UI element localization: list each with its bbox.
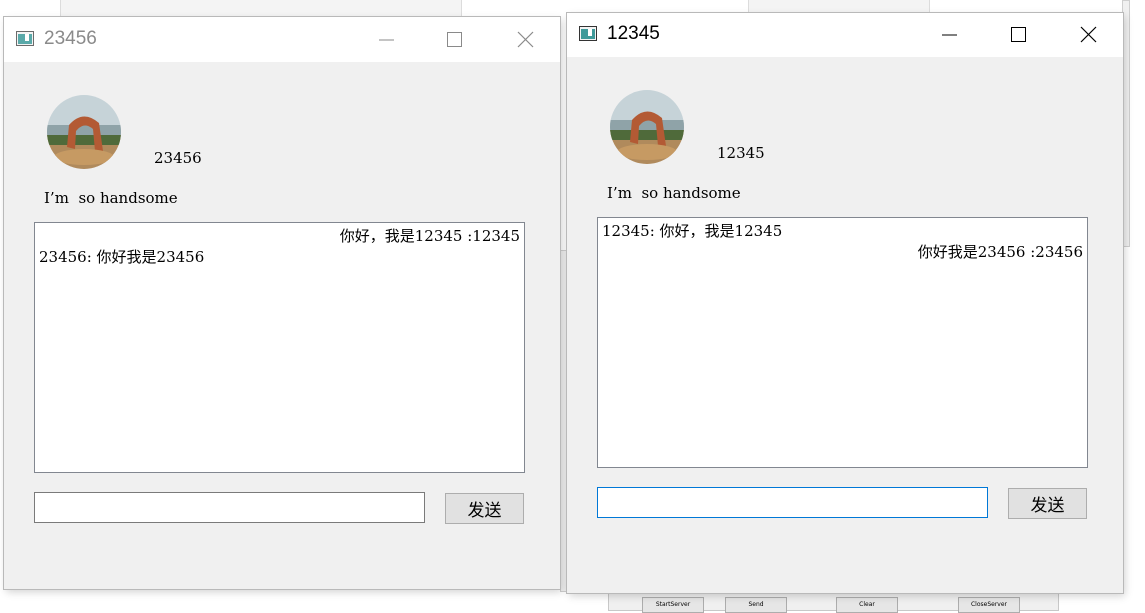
chat-window-12345: 12345 12345 I’m so handsome 12345: 你好，我是… [567, 13, 1123, 593]
chat-history[interactable]: 12345: 你好，我是12345 你好我是23456 :23456 [597, 217, 1088, 468]
signature-label: I’m so handsome [44, 189, 178, 207]
close-icon[interactable] [1065, 20, 1111, 50]
minimize-icon[interactable] [926, 20, 972, 50]
app-icon [579, 26, 597, 41]
signature-label: I’m so handsome [607, 184, 741, 202]
avatar [47, 95, 121, 169]
username-label: 12345 [717, 144, 765, 162]
chat-message: 你好，我是12345 :12345 [339, 227, 520, 245]
window-title: 23456 [44, 28, 97, 49]
chat-message: 12345: 你好，我是12345 [602, 222, 783, 240]
avatar [610, 90, 684, 164]
title-bar[interactable]: 23456 [4, 17, 560, 62]
minimize-icon[interactable] [363, 25, 409, 55]
start-server-button[interactable]: StartServer [642, 597, 704, 613]
chat-message: 23456: 你好我是23456 [39, 248, 205, 266]
message-input[interactable] [34, 492, 425, 523]
clear-button[interactable]: Clear [836, 597, 898, 613]
message-input[interactable] [597, 487, 988, 518]
chat-window-23456: 23456 23456 I’m so handsome 你好，我是12345 :… [4, 17, 560, 589]
close-icon[interactable] [502, 25, 548, 55]
send-button[interactable]: 发送 [1008, 488, 1087, 519]
send-button[interactable]: 发送 [445, 493, 524, 524]
background-window-edge [1122, 0, 1130, 247]
app-icon [16, 31, 34, 46]
chat-history[interactable]: 你好，我是12345 :12345 23456: 你好我是23456 [34, 222, 525, 473]
close-server-button[interactable]: CloseServer [958, 597, 1020, 613]
window-title: 12345 [607, 23, 660, 44]
bg-send-button[interactable]: Send [725, 597, 787, 613]
maximize-icon[interactable] [431, 25, 477, 55]
title-bar[interactable]: 12345 [567, 13, 1123, 57]
maximize-icon[interactable] [995, 20, 1041, 50]
chat-message: 你好我是23456 :23456 [917, 243, 1083, 261]
username-label: 23456 [154, 149, 202, 167]
